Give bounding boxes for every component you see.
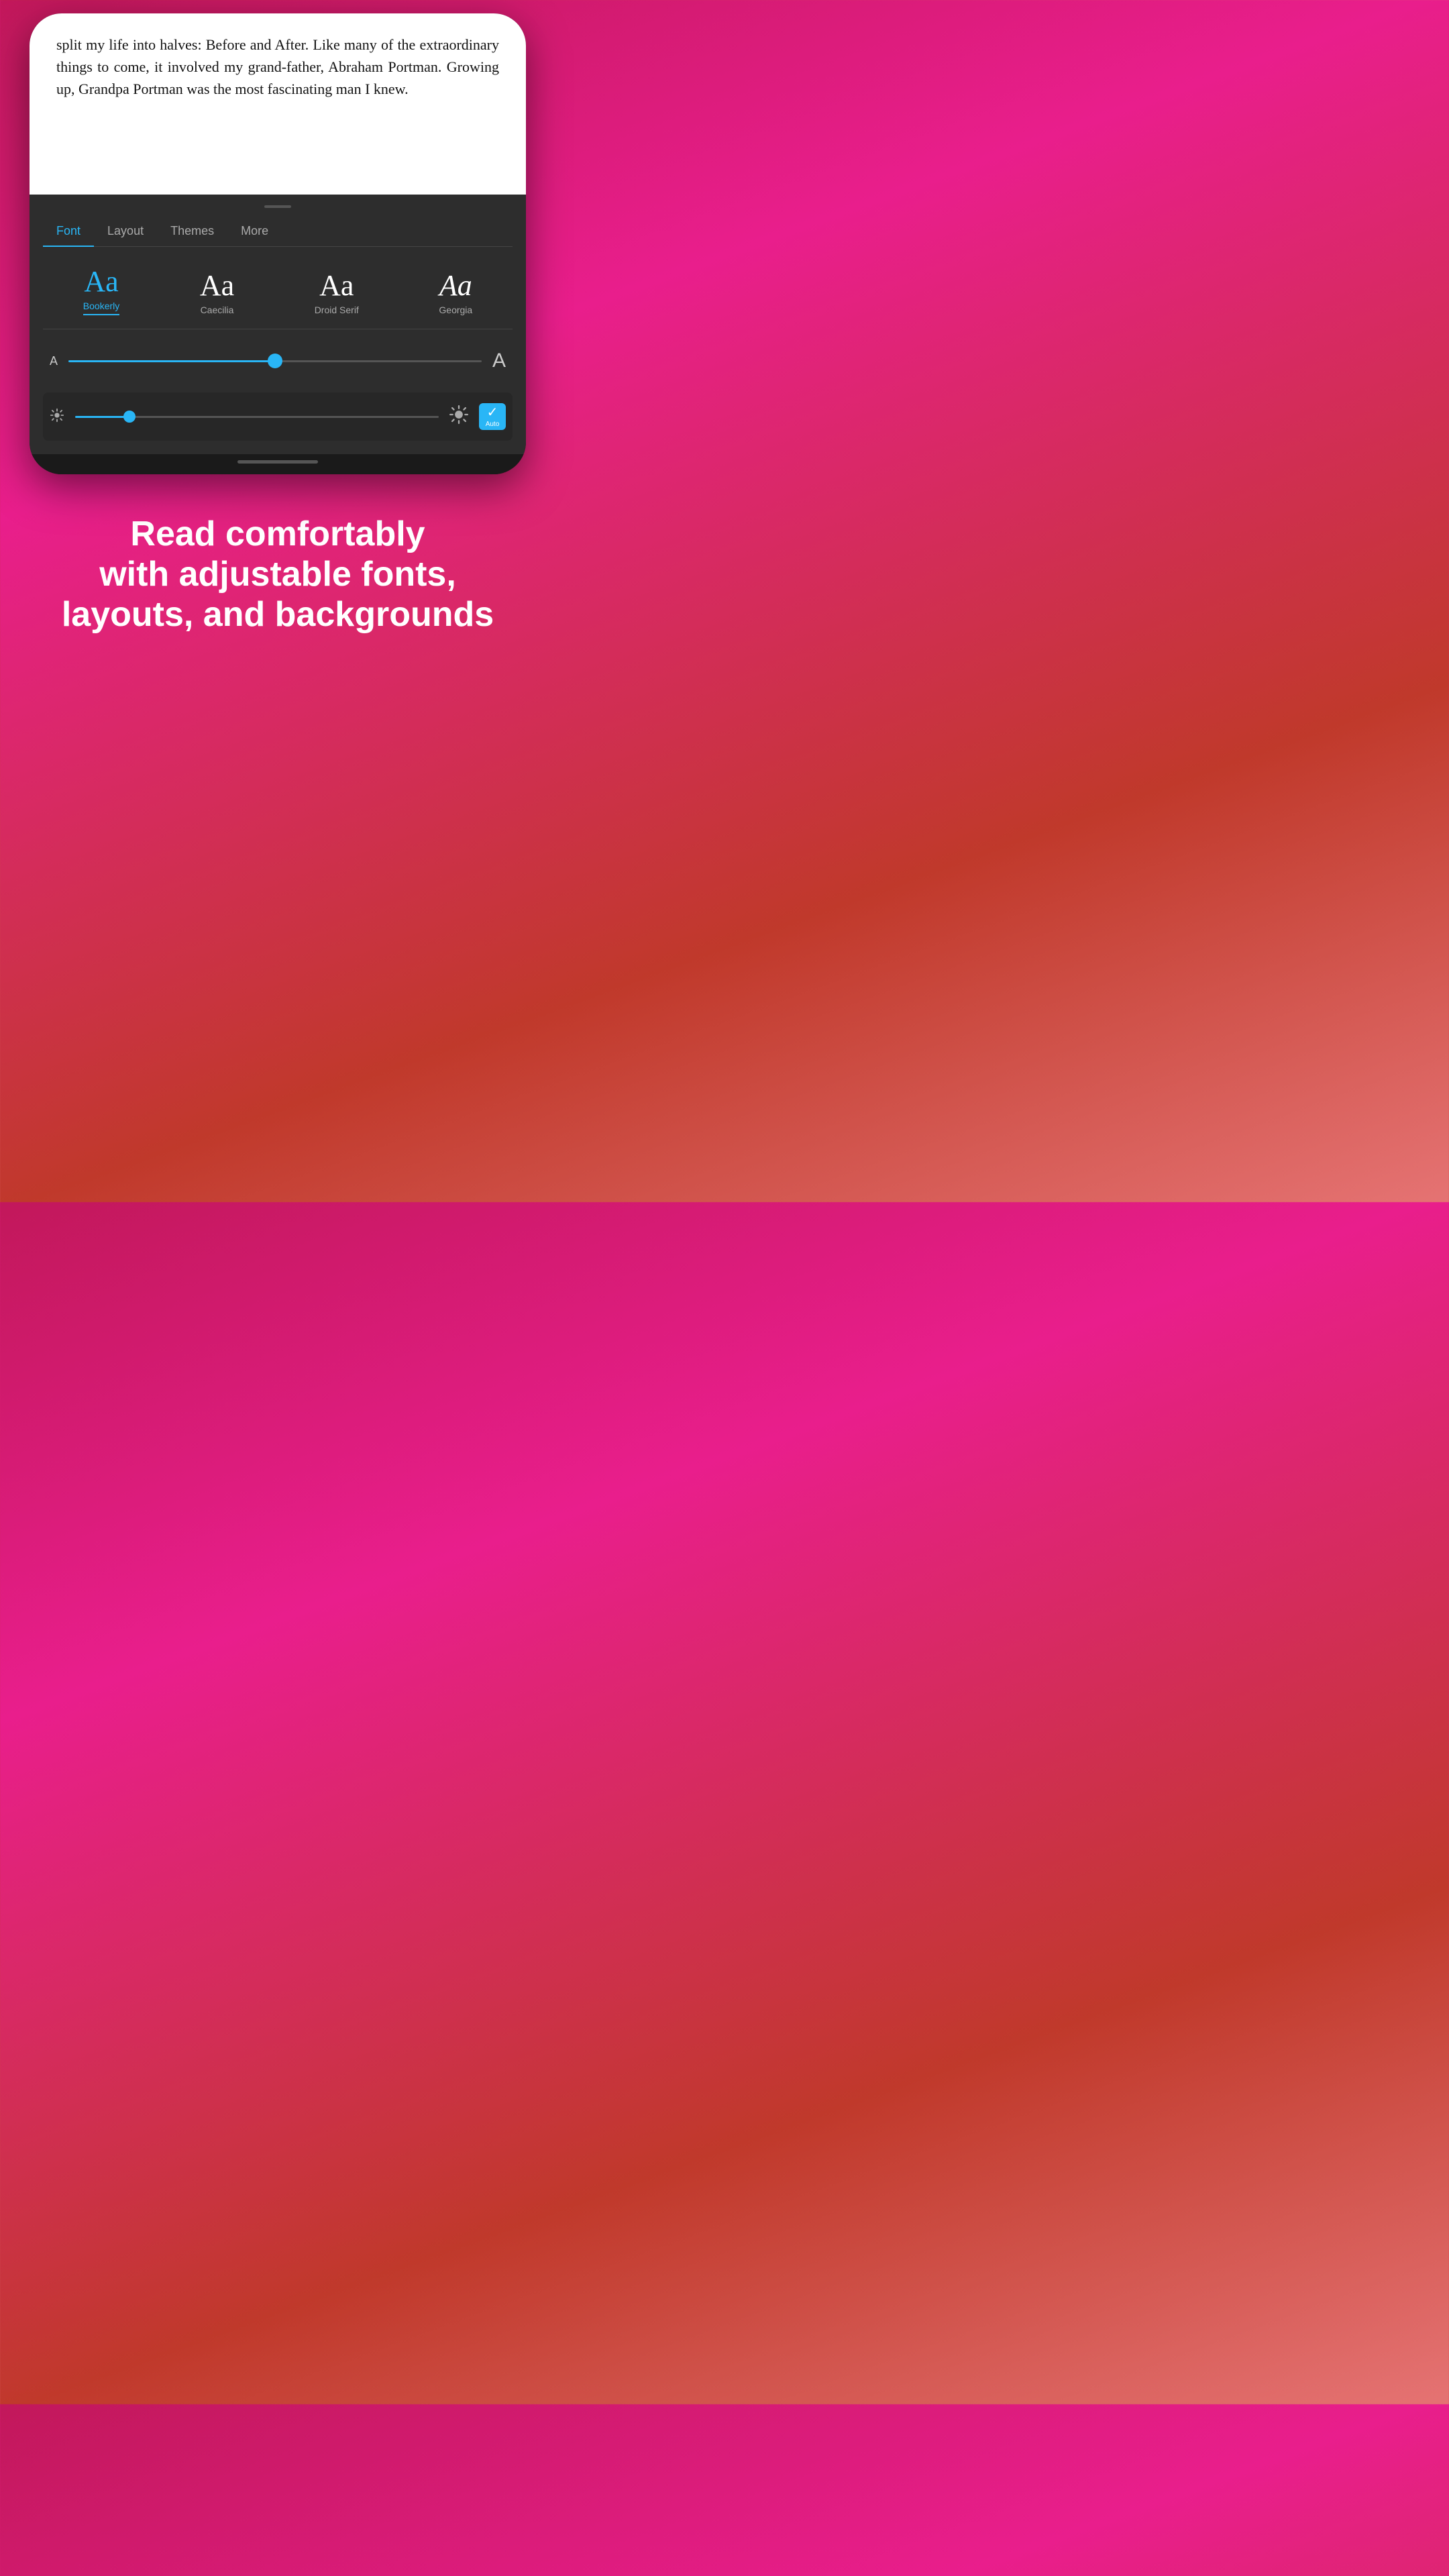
checkmark-icon: ✓	[487, 406, 498, 419]
promo-line3: layouts, and backgrounds	[62, 595, 494, 634]
font-option-georgia[interactable]: Aa Georgia	[439, 271, 472, 315]
font-sample-droid: Aa	[319, 271, 354, 301]
font-option-caecilia[interactable]: Aa Caecilia	[200, 271, 234, 315]
font-sample-bookerly: Aa	[84, 267, 118, 297]
promo-text: Read comfortably with adjustable fonts, …	[0, 474, 555, 661]
font-name-droid: Droid Serif	[315, 305, 359, 315]
book-text: split my life into halves: Before and Af…	[56, 36, 499, 97]
brightness-row: ✓ Auto	[43, 392, 513, 441]
drag-handle[interactable]	[264, 205, 291, 208]
promo-line1: Read comfortably	[130, 515, 425, 553]
tab-themes[interactable]: Themes	[157, 219, 227, 246]
font-name-bookerly: Bookerly	[83, 301, 119, 311]
font-size-slider[interactable]	[68, 360, 482, 362]
tab-font[interactable]: Font	[43, 219, 94, 246]
font-option-droid[interactable]: Aa Droid Serif	[315, 271, 359, 315]
tab-more[interactable]: More	[227, 219, 282, 246]
phone-wrapper: split my life into halves: Before and Af…	[0, 0, 555, 474]
promo-line2: with adjustable fonts,	[99, 555, 456, 594]
home-bar	[237, 460, 318, 464]
bottom-panel: Font Layout Themes More Aa Bookerly	[30, 195, 526, 454]
phone-frame: split my life into halves: Before and Af…	[30, 13, 526, 474]
font-name-georgia: Georgia	[439, 305, 472, 315]
tab-layout[interactable]: Layout	[94, 219, 157, 246]
font-size-row: A A	[43, 343, 513, 392]
brightness-thumb[interactable]	[123, 411, 136, 423]
home-indicator	[30, 454, 526, 474]
tabs: Font Layout Themes More	[43, 219, 513, 247]
font-option-bookerly[interactable]: Aa Bookerly	[83, 267, 119, 315]
auto-label: Auto	[486, 421, 500, 428]
brightness-icon-large	[449, 405, 468, 428]
font-size-thumb[interactable]	[268, 354, 282, 368]
font-options: Aa Bookerly Aa Caecilia Aa Droid Serif A…	[43, 260, 513, 329]
font-sample-caecilia: Aa	[200, 271, 234, 301]
font-sample-georgia: Aa	[439, 271, 472, 301]
font-size-small-label: A	[50, 354, 58, 368]
book-content: split my life into halves: Before and Af…	[30, 13, 526, 195]
auto-brightness-checkbox[interactable]: ✓ Auto	[479, 403, 506, 430]
brightness-icon-small	[50, 408, 64, 426]
font-size-large-label: A	[492, 350, 506, 372]
brightness-slider[interactable]	[75, 416, 439, 418]
font-name-caecilia: Caecilia	[201, 305, 234, 315]
